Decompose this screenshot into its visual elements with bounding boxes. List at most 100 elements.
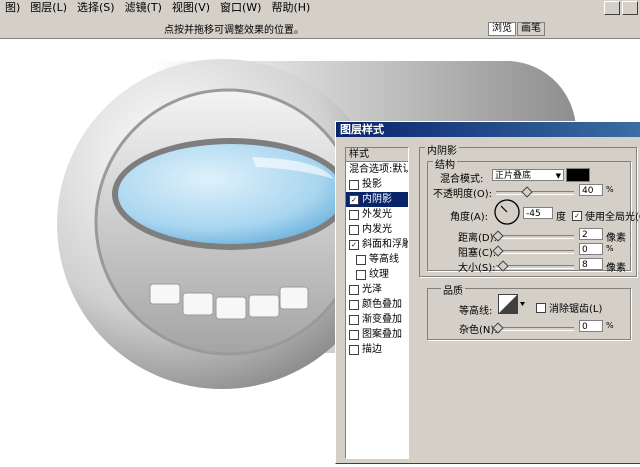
size-slider[interactable]: [496, 260, 574, 272]
blend-mode-label: 混合模式:: [440, 174, 484, 185]
style-item[interactable]: 图案叠加: [346, 327, 408, 342]
style-item-label: 斜面和浮雕: [362, 239, 408, 250]
style-item-checkbox[interactable]: ✓: [349, 194, 359, 205]
lens: [118, 144, 344, 244]
noise-input[interactable]: 0: [579, 320, 603, 332]
style-list: 样式 混合选项:默认 投影 ✓ 内阴影 外发光 内发光 ✓ 斜面和浮雕 等高线 纹理 光泽 颜色叠加渐…: [345, 147, 409, 459]
blend-mode-select[interactable]: 正片叠底 ▼: [492, 169, 564, 181]
noise-unit: %: [606, 321, 614, 330]
menu-layer[interactable]: 图层(L): [25, 0, 72, 16]
menu-window[interactable]: 窗口(W): [215, 0, 266, 16]
chevron-down-icon: ▼: [555, 172, 561, 180]
style-item-label: 等高线: [369, 254, 399, 265]
style-item-checkbox[interactable]: [356, 254, 366, 265]
style-item[interactable]: 投影: [346, 177, 408, 192]
style-item-label: 混合选项:默认: [349, 164, 408, 175]
menu-help[interactable]: 帮助(H): [266, 0, 315, 16]
global-light-toggle[interactable]: ✓ 使用全局光(G): [572, 208, 640, 223]
size-unit: 像素: [606, 263, 626, 274]
antialias-checkbox[interactable]: [536, 302, 546, 313]
palette-well: 浏览 画笔: [488, 22, 546, 36]
menu-filter[interactable]: 滤镜(T): [120, 0, 167, 16]
menu-item[interactable]: 图): [0, 0, 25, 16]
angle-unit: 度: [556, 212, 566, 223]
menu-view[interactable]: 视图(V): [167, 0, 215, 16]
global-light-checkbox[interactable]: ✓: [572, 210, 582, 221]
choke-input[interactable]: 0: [579, 243, 603, 255]
style-item-checkbox[interactable]: [349, 179, 359, 190]
menu-select[interactable]: 选择(S): [72, 0, 120, 16]
section-title: 内阴影: [425, 142, 459, 157]
style-item[interactable]: 外发光: [346, 207, 408, 222]
opacity-unit: %: [606, 185, 614, 194]
opacity-input[interactable]: 40: [579, 184, 603, 196]
indicator-light: [279, 286, 309, 310]
choke-unit: %: [606, 244, 614, 253]
style-item[interactable]: ✓ 斜面和浮雕: [346, 237, 408, 252]
styles-header[interactable]: 样式: [346, 148, 408, 162]
blend-mode-value: 正片叠底: [495, 171, 532, 181]
style-item-label: 投影: [362, 179, 382, 190]
style-item-checkbox[interactable]: [349, 209, 359, 220]
style-item[interactable]: ✓ 内阴影: [346, 192, 408, 207]
distance-slider[interactable]: [492, 230, 574, 242]
style-item-checkbox[interactable]: [349, 329, 359, 340]
indicator-light: [149, 283, 181, 305]
hint-text: 点按并拖移可调整效果的位置。: [164, 25, 304, 36]
style-item-checkbox[interactable]: [349, 314, 359, 325]
distance-unit: 像素: [606, 233, 626, 244]
opacity-slider[interactable]: [496, 186, 574, 198]
style-item-checkbox[interactable]: [349, 344, 359, 355]
global-light-label: 使用全局光(G): [585, 212, 640, 223]
style-item-label: 内阴影: [362, 194, 392, 205]
antialias-toggle[interactable]: 消除锯齿(L): [536, 300, 602, 315]
style-item-checkbox[interactable]: [349, 299, 359, 310]
style-item[interactable]: 纹理: [346, 267, 408, 282]
menu-bar: 图) 图层(L) 选择(S) 滤镜(T) 视图(V) 窗口(W) 帮助(H): [0, 0, 640, 16]
choke-label: 阻塞(C):: [458, 248, 497, 259]
style-item-label: 描边: [362, 344, 382, 355]
style-item-label: 颜色叠加: [362, 299, 402, 310]
noise-slider[interactable]: [492, 322, 574, 334]
angle-dial[interactable]: [493, 198, 521, 226]
style-item[interactable]: 等高线: [346, 252, 408, 267]
style-item-checkbox[interactable]: [349, 224, 359, 235]
contour-picker[interactable]: [498, 294, 526, 316]
structure-title: 结构: [433, 156, 457, 171]
quality-title: 品质: [441, 282, 465, 297]
angle-label: 角度(A):: [450, 212, 489, 223]
distance-label: 距离(D):: [458, 233, 497, 244]
layer-style-dialog: 图层样式 样式 混合选项:默认 投影 ✓ 内阴影 外发光 内发光 ✓ 斜面和浮雕 等高线 纹理 光泽…: [335, 121, 640, 464]
style-item[interactable]: 内发光: [346, 222, 408, 237]
indicator-light: [182, 292, 214, 316]
style-item[interactable]: 渐变叠加: [346, 312, 408, 327]
minimize-button[interactable]: [604, 1, 620, 15]
shadow-color-swatch[interactable]: [566, 168, 590, 182]
dialog-title[interactable]: 图层样式: [336, 122, 640, 137]
chevron-down-icon: [520, 302, 525, 306]
angle-input[interactable]: -45: [523, 207, 553, 219]
indicator-light: [248, 294, 280, 318]
style-item[interactable]: 颜色叠加: [346, 297, 408, 312]
style-item-checkbox[interactable]: [349, 284, 359, 295]
choke-slider[interactable]: [492, 245, 574, 257]
tab-brushes[interactable]: 画笔: [517, 22, 545, 36]
contour-label: 等高线:: [459, 306, 493, 317]
style-item-label: 内发光: [362, 224, 392, 235]
tab-browse[interactable]: 浏览: [488, 22, 516, 36]
size-input[interactable]: 8: [579, 258, 603, 270]
style-item-label: 外发光: [362, 209, 392, 220]
opacity-label: 不透明度(O):: [433, 189, 493, 200]
style-item-label: 图案叠加: [362, 329, 402, 340]
distance-input[interactable]: 2: [579, 228, 603, 240]
size-label: 大小(S):: [458, 263, 496, 274]
style-item[interactable]: 描边: [346, 342, 408, 357]
style-item[interactable]: 光泽: [346, 282, 408, 297]
style-item-checkbox[interactable]: ✓: [349, 239, 359, 250]
style-item[interactable]: 混合选项:默认: [346, 162, 408, 177]
style-item-label: 纹理: [369, 269, 389, 280]
style-item-checkbox[interactable]: [356, 269, 366, 280]
style-item-label: 渐变叠加: [362, 314, 402, 325]
antialias-label: 消除锯齿(L): [549, 304, 603, 315]
close-button[interactable]: [622, 1, 638, 15]
